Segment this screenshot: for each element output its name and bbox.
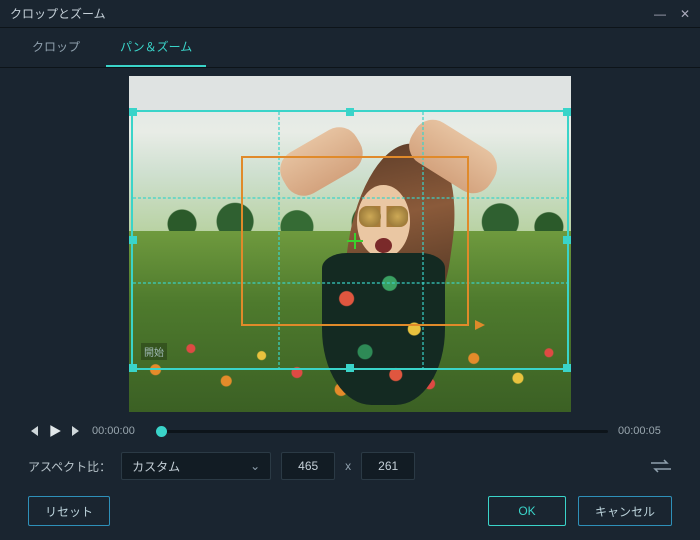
handle-top-mid[interactable]	[346, 108, 354, 116]
start-badge: 開始	[141, 343, 167, 360]
prev-frame-button[interactable]	[28, 425, 40, 437]
timeline-track[interactable]	[156, 430, 608, 433]
width-input[interactable]: 465	[281, 452, 335, 480]
dimension-separator: x	[345, 459, 351, 473]
motion-arrow-icon	[475, 320, 485, 330]
next-frame-button[interactable]	[70, 425, 82, 437]
handle-bottom-left[interactable]	[129, 364, 137, 372]
handle-mid-right[interactable]	[563, 236, 571, 244]
reset-button[interactable]: リセット	[28, 496, 110, 526]
close-button[interactable]: ✕	[680, 7, 690, 21]
cancel-button[interactable]: キャンセル	[578, 496, 672, 526]
window-title: クロップとズーム	[10, 5, 106, 22]
handle-top-left[interactable]	[129, 108, 137, 116]
center-cross-icon	[347, 233, 363, 249]
end-frame-rect[interactable]	[241, 156, 469, 326]
handle-top-right[interactable]	[563, 108, 571, 116]
minimize-button[interactable]: ―	[654, 7, 666, 21]
aspect-select[interactable]: カスタム ⌄	[121, 452, 271, 480]
play-button[interactable]	[48, 424, 62, 438]
time-current: 00:00:00	[92, 425, 146, 437]
tab-pan-zoom[interactable]: パン＆ズーム	[106, 28, 206, 67]
tab-crop[interactable]: クロップ	[18, 28, 94, 67]
preview-canvas[interactable]: 開始	[129, 76, 571, 412]
handle-bottom-mid[interactable]	[346, 364, 354, 372]
swap-start-end-button[interactable]	[650, 459, 672, 473]
handle-bottom-right[interactable]	[563, 364, 571, 372]
height-input[interactable]: 261	[361, 452, 415, 480]
time-duration: 00:00:05	[618, 425, 672, 437]
chevron-down-icon: ⌄	[250, 459, 260, 473]
aspect-label: アスペクト比：	[28, 458, 111, 475]
aspect-selected: カスタム	[132, 458, 180, 475]
ok-button[interactable]: OK	[488, 496, 566, 526]
handle-mid-left[interactable]	[129, 236, 137, 244]
timeline-playhead[interactable]	[156, 426, 167, 437]
